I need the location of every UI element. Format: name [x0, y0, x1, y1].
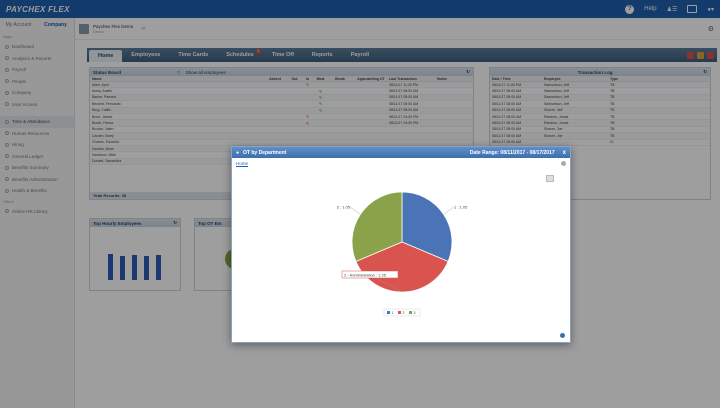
- legend-swatch[interactable]: [387, 311, 390, 314]
- pie-label: 3 : 1.05: [337, 205, 351, 210]
- legend-label[interactable]: 1: [392, 311, 394, 315]
- pie-label: 1 : 1.05: [454, 205, 468, 210]
- pie-label: 2 - Administration : 1.25: [344, 273, 387, 278]
- modal-title: OT by Department: [243, 149, 287, 156]
- ot-by-department-modal: ● OT by Department Date Range: 08/11/201…: [231, 146, 571, 343]
- modal-close-button[interactable]: [561, 161, 566, 166]
- legend-label[interactable]: 3: [414, 311, 416, 315]
- modal-resize-icon[interactable]: [560, 333, 565, 338]
- pie-callout-line: [349, 206, 361, 215]
- legend-label[interactable]: 2: [403, 311, 405, 315]
- legend-swatch[interactable]: [398, 311, 401, 314]
- modal-chart-icon: ●: [236, 149, 240, 156]
- legend-swatch[interactable]: [409, 311, 412, 314]
- modal-date-range: Date Range: 08/11/2017 - 08/17/2017: [469, 149, 555, 156]
- pie-callout-line: [443, 206, 455, 215]
- modal-header: ● OT by Department Date Range: 08/11/201…: [232, 147, 570, 158]
- ot-pie-chart: 1 : 1.05 2 - Administration : 1.25 3 : 1.0…: [337, 191, 468, 317]
- close-icon[interactable]: x: [563, 150, 566, 156]
